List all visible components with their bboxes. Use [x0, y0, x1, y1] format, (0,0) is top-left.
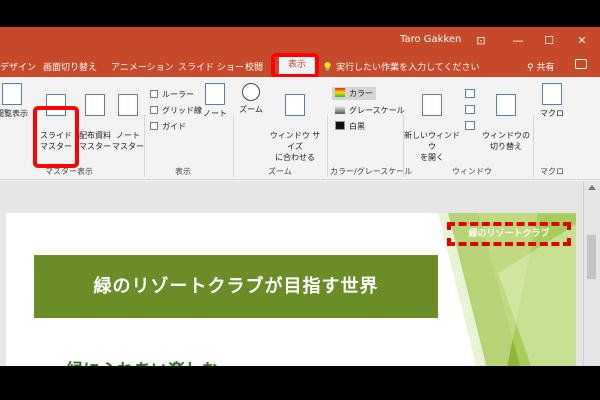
fit-to-window-button[interactable]: ウィンドウ サイズ に合わせる — [266, 83, 324, 163]
scroll-up-icon[interactable] — [588, 185, 596, 190]
switch-windows-icon — [496, 94, 516, 116]
minimize-button[interactable]: — — [503, 27, 533, 54]
checkbox-box — [150, 122, 158, 130]
tab-design[interactable]: デザイン — [0, 60, 36, 73]
tab-slideshow[interactable]: スライド ショー — [178, 60, 244, 73]
close-button[interactable]: ✕ — [567, 27, 597, 54]
handout-master-label: 配布資料 マスター — [79, 131, 111, 151]
separator — [533, 115, 534, 177]
switch-windows-button[interactable]: ウィンドウの 切り替え — [482, 83, 530, 152]
logo-text[interactable]: 緑のリゾートクラブ — [447, 222, 571, 246]
fit-window-icon — [285, 94, 305, 116]
guides-checkbox[interactable]: ガイド — [150, 121, 186, 132]
maximize-button[interactable]: ☐ — [534, 27, 564, 54]
new-window-button[interactable]: 新しいウィンドウ を開く — [404, 83, 460, 163]
notes-label: ノート — [203, 109, 227, 118]
tell-me-text: 実行したい作業を入力してください — [336, 63, 480, 73]
share-label: 共有 — [536, 63, 555, 73]
reading-view-icon — [2, 83, 22, 105]
gridlines-checkbox[interactable]: グリッド線 — [150, 105, 202, 116]
ribbon-view: 閲覧表示 スライド マスター 配布資料 マスター ノート マスター マスター表示… — [0, 77, 600, 180]
slide[interactable]: 緑のリゾートクラブが目指す世界 緑にふれあい楽しむ 緑のリゾートクラブ — [6, 213, 576, 366]
tab-review[interactable]: 校閲 — [245, 60, 263, 73]
fit-to-window-label: ウィンドウ サイズ に合わせる — [269, 131, 321, 162]
scroll-thumb[interactable] — [587, 235, 596, 279]
notes-button[interactable]: ノート — [200, 83, 230, 119]
reading-view-button[interactable]: 閲覧表示 — [0, 83, 32, 119]
separator — [233, 115, 234, 177]
ruler-label: ルーラー — [162, 90, 194, 99]
macro-button[interactable]: マクロ — [536, 83, 568, 119]
powerpoint-window: Taro Gakken ⊡ — ☐ ✕ デザイン 画面切り替え アニメーション … — [0, 27, 600, 366]
grayscale-label: グレースケール — [349, 106, 405, 115]
comment-icon[interactable] — [575, 59, 587, 69]
new-window-label: 新しいウィンドウ を開く — [404, 131, 460, 162]
show-group-label: 表示 — [175, 167, 191, 176]
bw-label: 白黒 — [349, 122, 365, 131]
macro-label: マクロ — [540, 109, 564, 118]
user-name[interactable]: Taro Gakken — [400, 34, 461, 45]
ribbon-tabs: デザイン 画面切り替え アニメーション スライド ショー 校閲 表示 💡 実行し… — [0, 53, 600, 78]
slide-master-highlight — [33, 106, 79, 168]
cascade-icon[interactable] — [465, 105, 475, 114]
tab-animations[interactable]: アニメーション — [111, 60, 174, 73]
zoom-label: ズーム — [239, 105, 263, 114]
black-white-button[interactable]: 白黒 — [335, 121, 365, 132]
window-group-label: ウィンドウ — [452, 167, 492, 176]
slide-title[interactable]: 緑のリゾートクラブが目指す世界 — [34, 255, 438, 318]
zoom-group-label: ズーム — [268, 167, 292, 176]
guides-label: ガイド — [162, 122, 186, 131]
color-label: カラー — [349, 89, 373, 98]
move-split-icon[interactable] — [465, 121, 475, 130]
notes-master-button[interactable]: ノート マスター — [112, 83, 144, 152]
magnifier-icon — [242, 83, 260, 101]
notes-master-label: ノート マスター — [112, 131, 144, 151]
zoom-button[interactable]: ズーム — [236, 83, 266, 115]
slide-bullet[interactable]: 緑にふれあい楽しむ — [66, 356, 219, 366]
handout-master-icon — [85, 94, 105, 116]
color-button[interactable]: カラー — [332, 87, 376, 100]
tell-me-search[interactable]: 💡 実行したい作業を入力してください — [322, 60, 480, 73]
notes-master-icon — [118, 94, 138, 116]
separator — [327, 115, 328, 177]
macro-icon — [542, 83, 562, 105]
ribbon-display-options-button[interactable]: ⊡ — [466, 27, 496, 54]
gridlines-label: グリッド線 — [162, 106, 202, 115]
master-view-group-label: マスター表示 — [45, 167, 93, 176]
new-window-icon — [422, 94, 442, 116]
macro-group-label: マクロ — [540, 167, 564, 176]
checkbox-box — [150, 106, 158, 114]
color-group-label: カラー/グレースケール — [330, 167, 413, 176]
title-bar: Taro Gakken ⊡ — ☐ ✕ — [0, 27, 600, 54]
tab-view-highlight — [271, 53, 319, 78]
vertical-scrollbar[interactable] — [583, 181, 600, 366]
reading-view-label: 閲覧表示 — [0, 109, 28, 118]
switch-windows-label: ウィンドウの 切り替え — [482, 131, 530, 151]
handout-master-button[interactable]: 配布資料 マスター — [76, 83, 114, 152]
grayscale-button[interactable]: グレースケール — [335, 105, 405, 116]
separator — [144, 115, 145, 177]
checkbox-box — [150, 90, 158, 98]
notes-icon — [205, 83, 225, 105]
grayscale-swatch-icon — [335, 105, 345, 114]
ruler-checkbox[interactable]: ルーラー — [150, 89, 194, 100]
slide-editing-area: 緑のリゾートクラブが目指す世界 緑にふれあい楽しむ 緑のリゾートクラブ — [0, 181, 600, 366]
bw-swatch-icon — [335, 121, 345, 130]
arrange-all-icon[interactable] — [465, 89, 475, 98]
tab-transitions[interactable]: 画面切り替え — [43, 60, 97, 73]
share-button[interactable]: ⚲ 共有 — [527, 60, 554, 73]
color-swatch-icon — [335, 88, 345, 97]
